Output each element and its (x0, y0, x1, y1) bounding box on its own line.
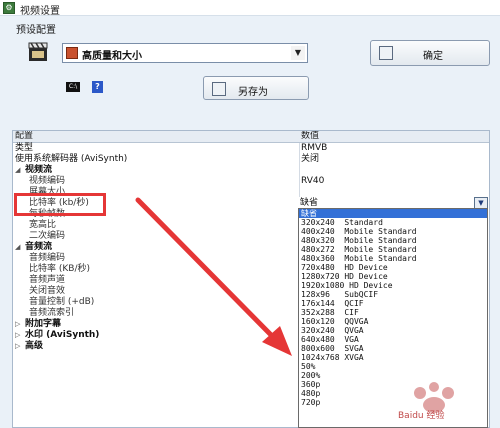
property-name-text: 音量控制 (+dB) (29, 297, 95, 307)
dropdown-option[interactable]: 480x272 Mobile Standard (299, 245, 487, 254)
property-name: ◢ 视频流 (15, 165, 52, 176)
dropdown-option[interactable]: 1280x720 HD Device (299, 272, 487, 281)
collapsed-triangle-icon[interactable]: ▷ (15, 319, 21, 330)
dropdown-option[interactable]: 480x360 Mobile Standard (299, 254, 487, 263)
property-name-text: 类型 (15, 143, 34, 153)
dropdown-option[interactable]: 176x144 QCIF (299, 299, 487, 308)
dropdown-option[interactable]: 800x600 SVGA (299, 344, 487, 353)
property-name-text: 高级 (25, 341, 44, 351)
property-name-text: 视频编码 (29, 176, 66, 186)
property-name: 类型 (15, 143, 33, 154)
dropdown-option[interactable]: 160x120 QQVGA (299, 317, 487, 326)
confirm-label: 确定 (423, 51, 443, 62)
grid-property-row[interactable]: 类型 RMVB (13, 143, 489, 154)
window-title: 视频设置 (20, 6, 60, 17)
property-name: ▷ 水印 (AviSynth) (15, 330, 99, 341)
grid-property-row[interactable]: 使用系统解码器 (AviSynth) 关闭 (13, 154, 489, 165)
property-value: RV40 (301, 176, 325, 186)
property-name-text: 音频声道 (29, 275, 66, 285)
property-name: 视频编码 (29, 176, 65, 187)
preset-select[interactable]: 高质量和大小 ▼ (62, 43, 308, 63)
dropdown-option[interactable]: 1920x1080 HD Device (299, 281, 487, 290)
property-name: 宽高比 (29, 220, 56, 231)
property-name-text: 使用系统解码器 (AviSynth) (15, 154, 128, 164)
dropdown-option[interactable]: 128x96 SubQCIF (299, 290, 487, 299)
confirm-icon (379, 46, 393, 60)
watermark-text: Baidu 经验 (398, 411, 445, 421)
property-name: ▷ 附加字幕 (15, 319, 61, 330)
collapsed-triangle-icon[interactable]: ▷ (15, 330, 21, 341)
save-as-button[interactable]: 另存为 (203, 76, 309, 100)
property-name: 二次编码 (29, 231, 65, 242)
property-name-text: 宽高比 (29, 220, 57, 230)
title-bar: ⚙ 视频设置 (0, 0, 500, 17)
dropdown-option[interactable]: 352x288 CIF (299, 308, 487, 317)
property-name-text: 视频流 (25, 165, 53, 175)
property-value: RMVB (301, 143, 328, 153)
help-icon[interactable]: ? (92, 81, 103, 93)
property-name: 使用系统解码器 (AviSynth) (15, 154, 127, 165)
property-name: 比特率 (KB/秒) (29, 264, 90, 275)
property-name-text: 水印 (AviSynth) (25, 330, 100, 340)
command-prompt-icon[interactable]: C:\ (66, 82, 80, 92)
property-name-text: 比特率 (KB/秒) (29, 264, 90, 274)
film-clapper-icon (28, 42, 48, 61)
save-icon (212, 82, 226, 96)
expanded-triangle-icon[interactable]: ◢ (15, 242, 21, 253)
preset-icon (66, 47, 78, 59)
dropdown-option[interactable]: 720x480 HD Device (299, 263, 487, 272)
property-name: ▷ 高级 (15, 341, 43, 352)
property-name-text: 音频编码 (29, 253, 66, 263)
dropdown-option[interactable]: 400x240 Mobile Standard (299, 227, 487, 236)
settings-icon: ⚙ (3, 2, 15, 14)
dropdown-option[interactable]: 320x240 QVGA (299, 326, 487, 335)
grid-header: 配置 数值 (13, 131, 489, 143)
grid-property-row[interactable]: 视频编码 RV40 (13, 176, 489, 187)
property-name: ◢ 音频流 (15, 242, 52, 253)
property-name-text: 音频流 (25, 242, 53, 252)
highlight-box (14, 193, 106, 216)
property-value: 关闭 (301, 154, 320, 164)
property-name: 音频编码 (29, 253, 65, 264)
property-name-text: 附加字幕 (25, 319, 62, 329)
save-as-label: 另存为 (238, 87, 268, 98)
property-name-text: 音频流索引 (29, 308, 75, 318)
preset-value: 高质量和大小 (82, 51, 142, 62)
property-name: 关闭音效 (29, 286, 65, 297)
chevron-down-icon[interactable]: ▼ (291, 46, 305, 60)
property-name-text: 关闭音效 (29, 286, 66, 296)
header-value: 数值 (301, 131, 320, 141)
confirm-button[interactable]: 确定 (370, 40, 490, 66)
property-name: 音频声道 (29, 275, 65, 286)
dropdown-option[interactable]: 1024x768 XVGA (299, 353, 487, 362)
collapsed-triangle-icon[interactable]: ▷ (15, 341, 21, 352)
expanded-triangle-icon[interactable]: ◢ (15, 165, 21, 176)
grid-group-row[interactable]: ◢ 视频流 (13, 165, 489, 176)
dropdown-option[interactable]: 640x480 VGA (299, 335, 487, 344)
property-name-text: 二次编码 (29, 231, 66, 241)
preset-label: 预设配置 (16, 25, 56, 36)
property-name: 音量控制 (+dB) (29, 297, 94, 308)
dropdown-option[interactable]: 320x240 Standard (299, 218, 487, 227)
dropdown-option[interactable]: 缺省 (299, 209, 487, 218)
dropdown-option[interactable]: 50% (299, 362, 487, 371)
property-name: 音频流索引 (29, 308, 74, 319)
dropdown-option[interactable]: 480x320 Mobile Standard (299, 236, 487, 245)
header-name: 配置 (15, 131, 34, 141)
